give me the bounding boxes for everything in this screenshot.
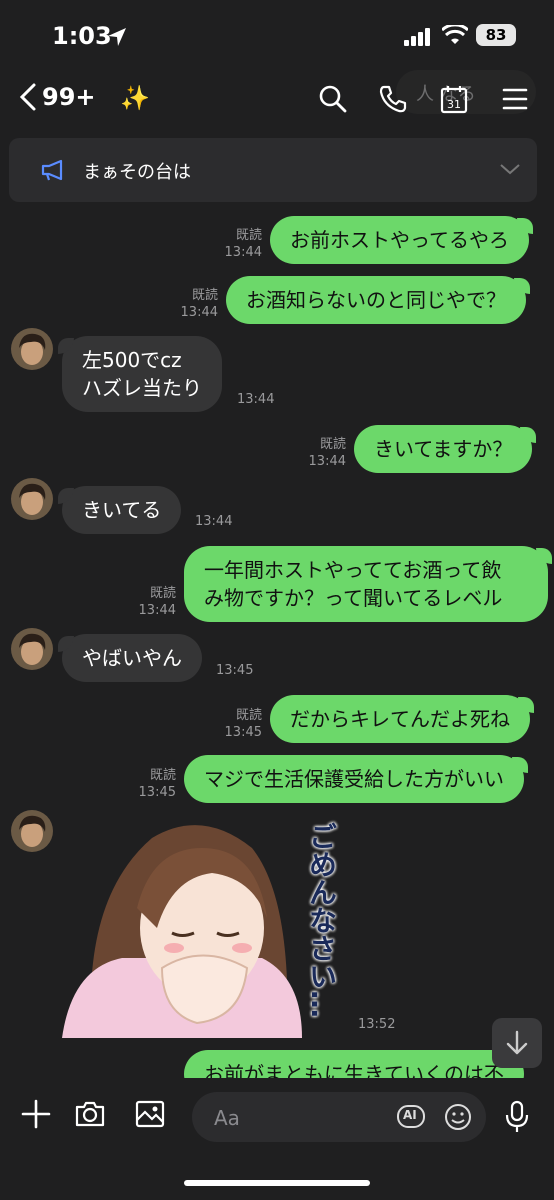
emoji-icon[interactable]	[444, 1103, 472, 1131]
avatar[interactable]	[11, 628, 53, 670]
message-input[interactable]	[212, 1102, 386, 1134]
camera-icon[interactable]	[74, 1098, 106, 1130]
read-receipt: 既読 13:45	[224, 708, 262, 740]
arrow-down-icon	[506, 1030, 528, 1055]
message-time: 13:44	[237, 392, 275, 407]
sticker-girl-apologizing-image	[62, 825, 302, 1038]
menu-icon[interactable]	[502, 84, 528, 114]
profile-photo	[11, 478, 53, 520]
back-button[interactable]: 99+	[18, 82, 96, 112]
battery-indicator: 83	[476, 24, 516, 46]
calendar-icon[interactable]: 31	[440, 84, 468, 114]
my-message-bubble[interactable]: きいてますか？	[354, 425, 537, 473]
avatar[interactable]	[11, 478, 53, 520]
announcement-text: まぁその台は	[83, 162, 191, 183]
chat-header: 99+ ✨ 人 なる 31	[0, 70, 554, 128]
read-receipt: 既読 13:44	[224, 228, 262, 260]
search-icon[interactable]	[318, 84, 348, 114]
status-bar: 1:03 83	[0, 0, 554, 70]
their-message-bubble[interactable]: 左500でcz ハズレ当たり	[58, 336, 222, 412]
sparkle-icon[interactable]: ✨	[120, 84, 150, 112]
phone-icon[interactable]	[378, 84, 408, 114]
chevron-left-icon	[19, 83, 36, 111]
message-time: 13:44	[195, 514, 233, 529]
avatar[interactable]	[11, 328, 53, 370]
their-message-bubble[interactable]: やばいやん	[58, 634, 202, 682]
my-message-bubble[interactable]: お前ホストやってるやろ	[270, 216, 533, 264]
read-receipt: 既読 13:44	[180, 288, 218, 320]
my-message-bubble[interactable]: お酒知らないのと同じやで？	[226, 276, 530, 324]
announcement-banner[interactable]: まぁその台は	[9, 138, 537, 202]
scroll-to-bottom-button[interactable]	[492, 1018, 542, 1068]
ai-label: AI	[403, 1108, 417, 1122]
home-indicator	[184, 1180, 370, 1186]
plus-icon[interactable]	[20, 1098, 52, 1130]
cellular-signal-icon	[404, 28, 430, 46]
profile-photo	[11, 628, 53, 670]
my-message-bubble[interactable]: だからキレてんだよ死ね	[270, 695, 534, 743]
message-time: 13:52	[358, 1017, 396, 1032]
their-message-bubble[interactable]: きいてる	[57, 486, 182, 534]
sticker-caption: ごめんなさい…	[305, 822, 338, 1018]
avatar[interactable]	[11, 810, 53, 852]
my-message-bubble[interactable]: マジで生活保護受給した方がいい	[184, 755, 528, 803]
ai-button[interactable]: AI	[396, 1103, 426, 1131]
message-time: 13:45	[216, 663, 254, 678]
sticker-message[interactable]: ごめんなさい…	[62, 818, 342, 1038]
my-message-bubble[interactable]: 一年間ホストやっててお酒って飲 み物ですか？って聞いてるレベル	[184, 546, 552, 622]
microphone-icon[interactable]	[504, 1100, 530, 1134]
svg-text:31: 31	[447, 98, 461, 111]
status-time: 1:03	[52, 22, 112, 50]
wifi-icon	[442, 25, 468, 44]
megaphone-icon	[41, 159, 63, 181]
profile-photo	[11, 810, 53, 852]
location-arrow-icon	[108, 28, 126, 46]
read-receipt: 既読 13:45	[138, 768, 176, 800]
message-field[interactable]: AI	[192, 1092, 486, 1142]
image-icon[interactable]	[134, 1098, 166, 1130]
unread-count: 99+	[42, 83, 96, 111]
read-receipt: 既読 13:44	[308, 437, 346, 469]
chevron-down-icon[interactable]	[499, 162, 521, 176]
profile-photo	[11, 328, 53, 370]
read-receipt: 既読 13:44	[138, 586, 176, 618]
